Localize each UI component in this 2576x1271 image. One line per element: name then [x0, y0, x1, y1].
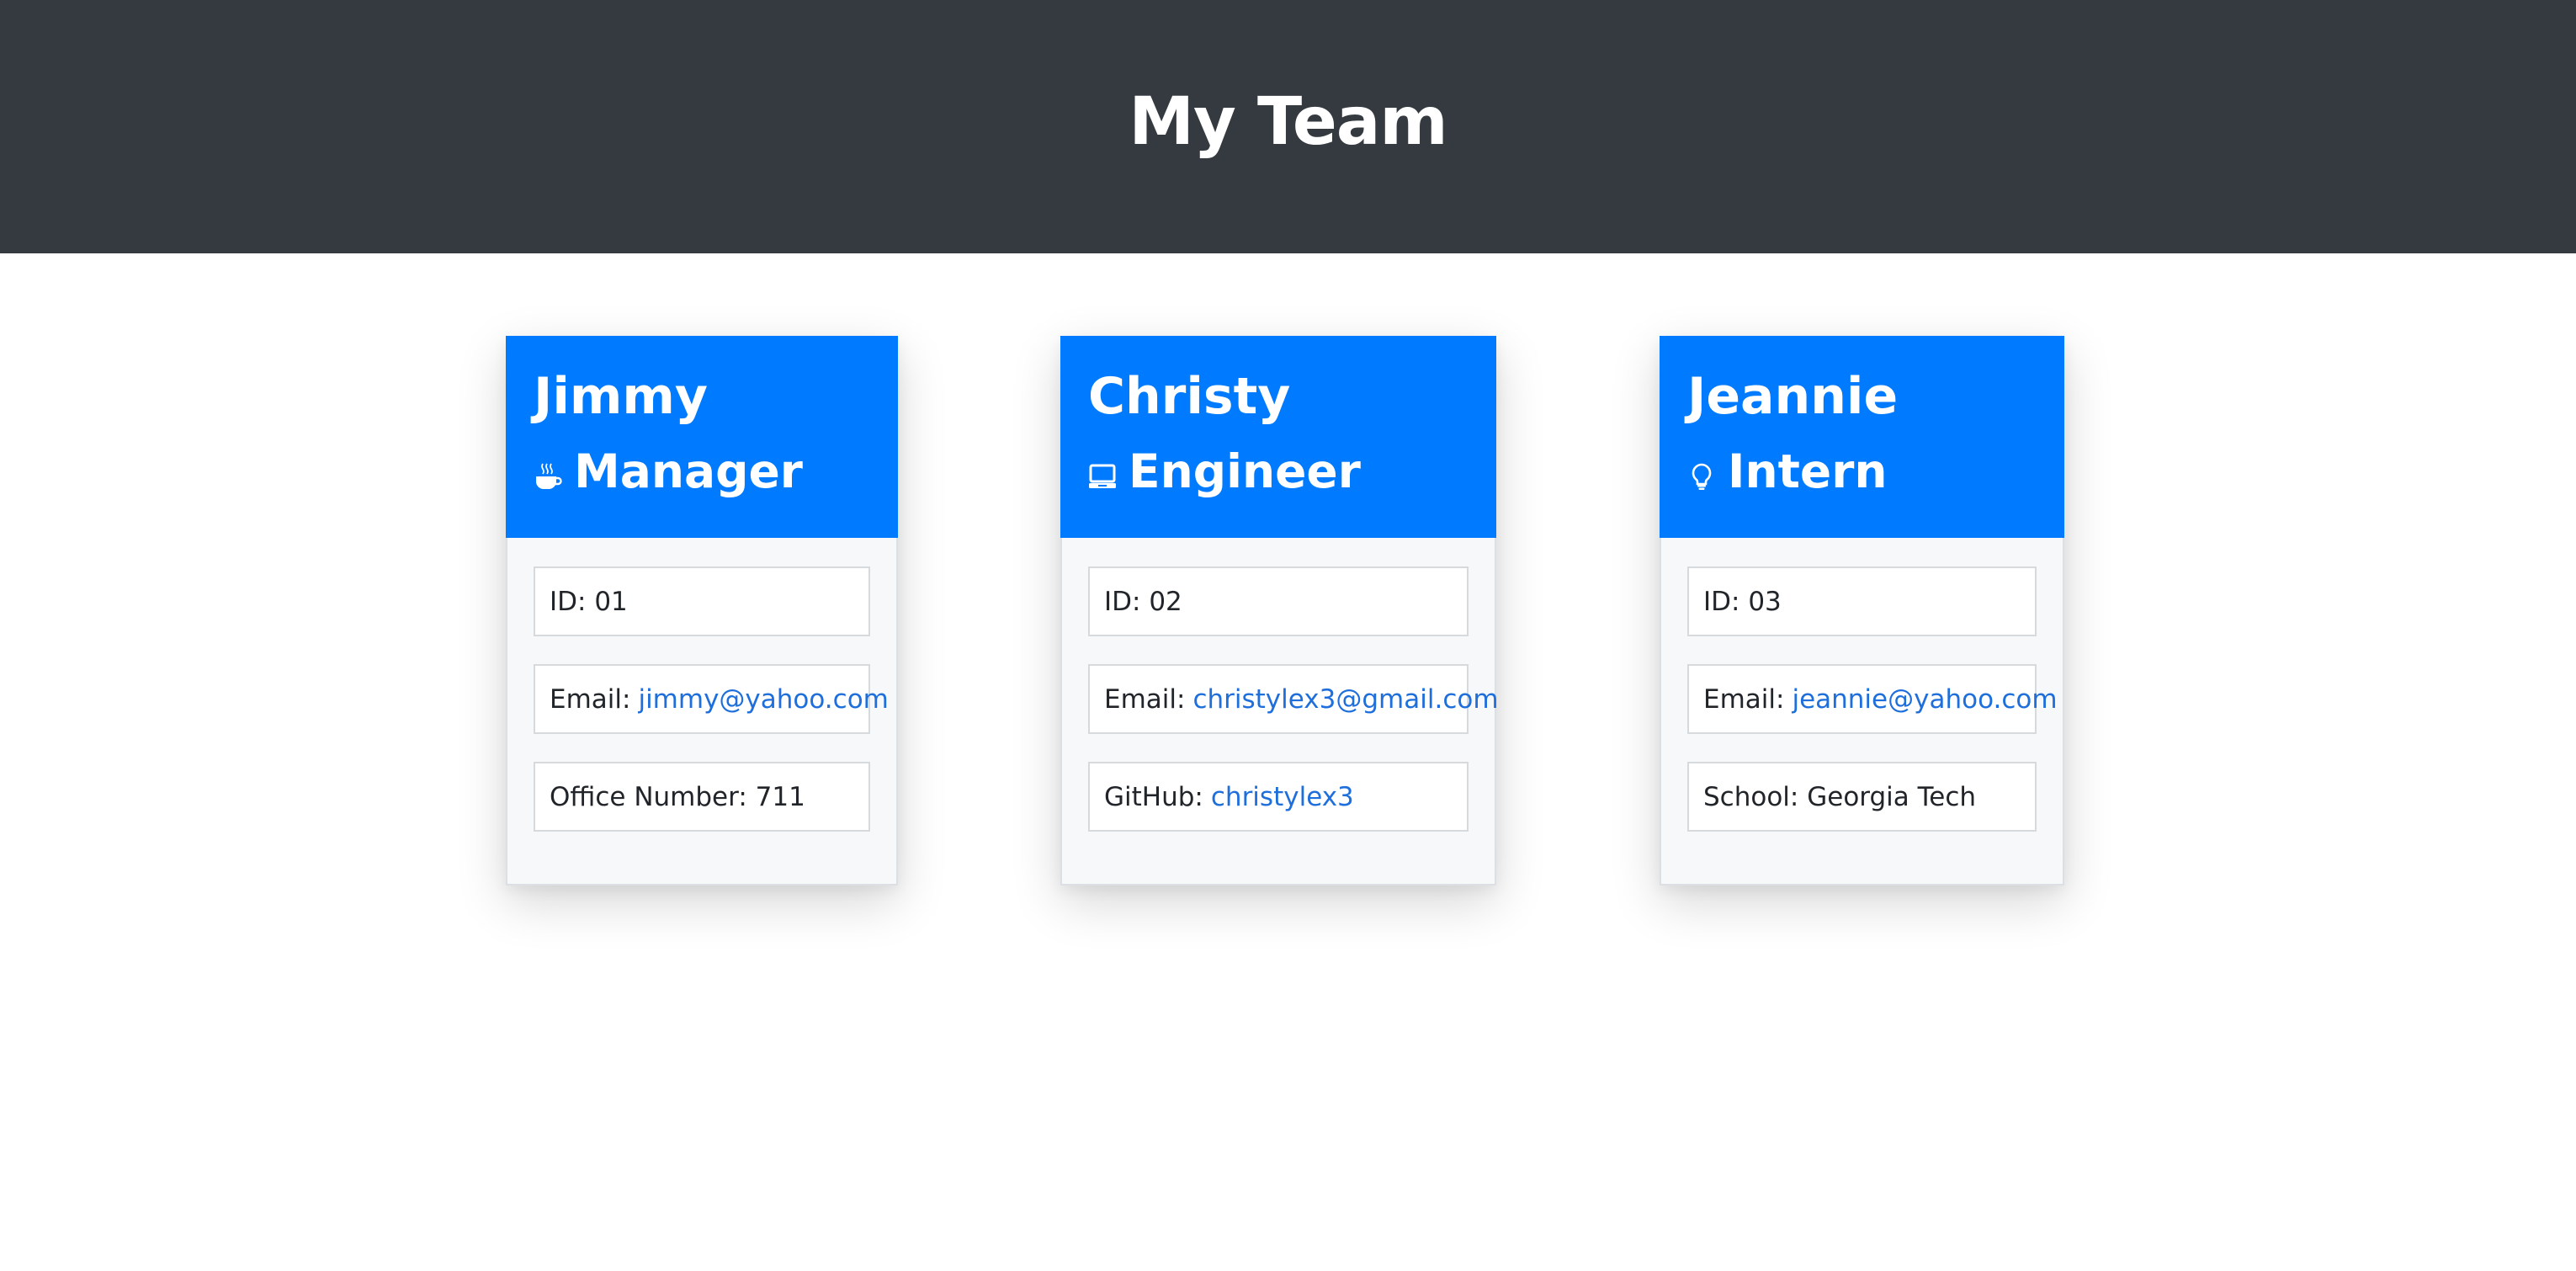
- employee-id: ID: 01: [534, 566, 870, 636]
- office-number: Office Number: 711: [534, 762, 870, 832]
- email-label: Email:: [1104, 683, 1186, 715]
- email-label: Email:: [550, 683, 631, 715]
- employee-role: Manager: [534, 441, 803, 502]
- card-header: Jeannie Intern: [1660, 336, 2064, 538]
- id-label: ID:: [1703, 586, 1740, 617]
- employee-name: Christy: [1088, 367, 1291, 426]
- id-value: 01: [594, 586, 628, 617]
- github-link[interactable]: christylex3: [1211, 782, 1354, 812]
- id-value: 03: [1748, 586, 1782, 617]
- school-label: School:: [1703, 781, 1799, 812]
- school: School: Georgia Tech: [1687, 762, 2037, 832]
- employee-card-engineer: Christy Engineer ID: 02 Email: christyle…: [1060, 336, 1499, 885]
- id-label: ID:: [550, 586, 587, 617]
- school-value: Georgia Tech: [1807, 781, 1977, 812]
- card-header: Christy Engineer: [1060, 336, 1496, 538]
- employee-card-manager: Jimmy Manager ID: 01 Email: jimmy@yahoo.…: [506, 336, 898, 885]
- employee-role-label: Intern: [1728, 444, 1888, 498]
- lightbulb-icon: [1687, 462, 1716, 491]
- employee-role-label: Engineer: [1129, 444, 1361, 498]
- email-link[interactable]: jeannie@yahoo.com: [1792, 684, 2057, 715]
- employee-id: ID: 02: [1088, 566, 1469, 636]
- office-number-label: Office Number:: [550, 781, 747, 812]
- page-title: My Team: [1129, 83, 1447, 160]
- employee-email: Email: jeannie@yahoo.com: [1687, 664, 2058, 734]
- office-number-value: 711: [755, 781, 805, 812]
- coffee-icon: [534, 462, 562, 491]
- employee-role: Intern: [1687, 441, 1888, 502]
- email-link[interactable]: christylex3@gmail.com: [1192, 684, 1498, 715]
- id-label: ID:: [1104, 586, 1141, 617]
- employee-role-label: Manager: [574, 444, 803, 498]
- email-label: Email:: [1703, 683, 1785, 715]
- employee-email: Email: christylex3@gmail.com: [1088, 664, 1499, 734]
- employee-id: ID: 03: [1687, 566, 2037, 636]
- employee-name: Jeannie: [1687, 367, 1899, 426]
- laptop-icon: [1088, 462, 1117, 491]
- email-link[interactable]: jimmy@yahoo.com: [638, 684, 888, 715]
- employee-email: Email: jimmy@yahoo.com: [534, 664, 889, 734]
- id-value: 02: [1149, 586, 1182, 617]
- card-header: Jimmy Manager: [506, 336, 898, 538]
- employee-card-intern: Jeannie Intern ID: 03 Email: jeannie@yah…: [1660, 336, 2064, 885]
- github-label: GitHub:: [1104, 781, 1203, 812]
- page-header: My Team: [0, 0, 2576, 253]
- employee-name: Jimmy: [534, 367, 709, 426]
- github: GitHub: christylex3: [1088, 762, 1469, 832]
- employee-role: Engineer: [1088, 441, 1361, 502]
